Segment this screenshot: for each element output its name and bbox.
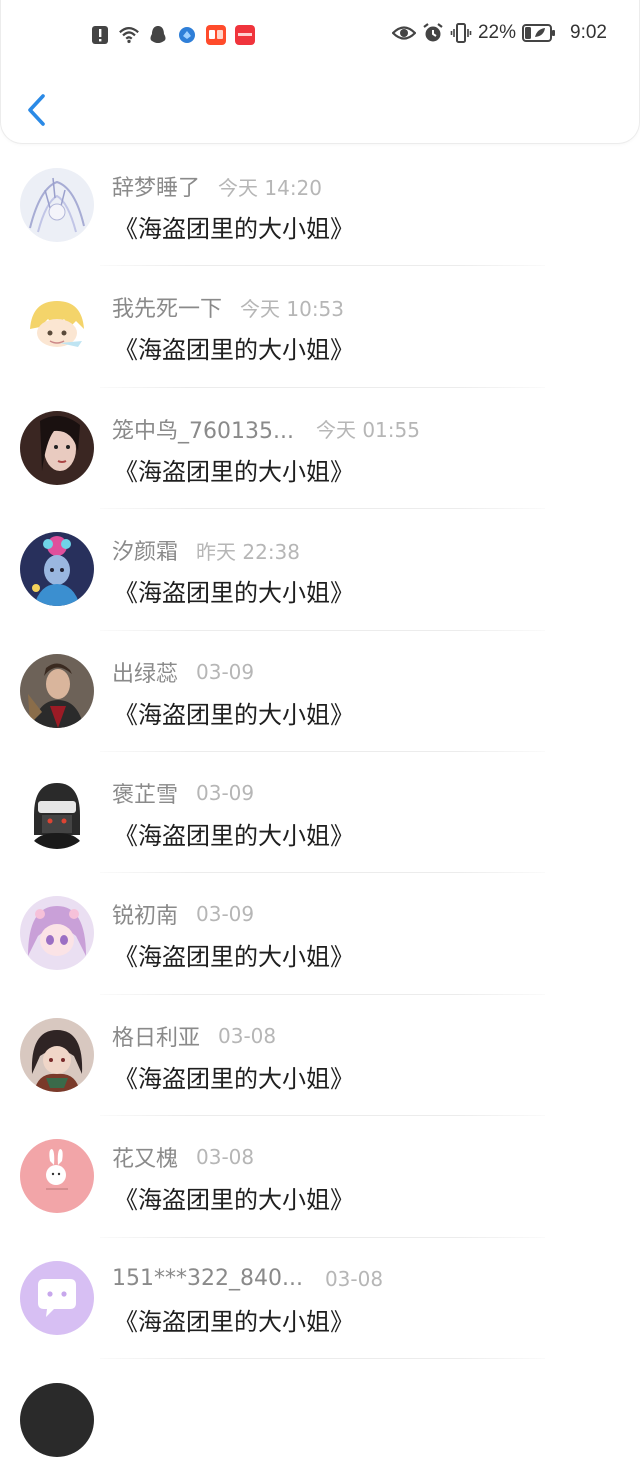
avatar[interactable] bbox=[20, 168, 94, 242]
list-item[interactable]: 笼中鸟_760135... 今天 01:55 《海盗团里的大小姐》 bbox=[0, 388, 640, 510]
avatar[interactable] bbox=[20, 653, 94, 728]
alarm-icon bbox=[423, 23, 443, 42]
notification-icons bbox=[89, 24, 256, 46]
book-title: 《海盗团里的大小姐》 bbox=[114, 457, 354, 486]
item-meta: 汐颜霜 昨天 22:38 bbox=[112, 535, 301, 566]
dark-anime-girl-avatar bbox=[20, 1017, 94, 1092]
timestamp: 03-08 bbox=[196, 1145, 255, 1170]
timestamp: 03-08 bbox=[218, 1023, 277, 1048]
avatar[interactable] bbox=[20, 896, 94, 971]
red-video-app-icon bbox=[206, 25, 226, 45]
book-title: 《海盗团里的大小姐》 bbox=[114, 700, 354, 729]
avatar[interactable] bbox=[20, 1383, 94, 1457]
book-title: 《海盗团里的大小姐》 bbox=[114, 821, 354, 850]
timestamp: 今天 01:55 bbox=[315, 418, 420, 443]
book-title: 《海盗团里的大小姐》 bbox=[114, 215, 354, 243]
item-meta: 褒芷雪 03-09 bbox=[112, 778, 254, 808]
item-meta: 锐初南 03-09 bbox=[112, 899, 254, 929]
user-name: 我先死一下 bbox=[112, 297, 223, 323]
battery-percent: 22% bbox=[477, 22, 517, 43]
battery-icon bbox=[522, 24, 556, 42]
book-title: 《海盗团里的大小姐》 bbox=[114, 1307, 354, 1336]
timestamp: 今天 14:20 bbox=[218, 175, 323, 200]
anime-sketch-avatar bbox=[20, 168, 94, 242]
helmet-mask-avatar bbox=[20, 774, 94, 849]
eye-icon bbox=[391, 26, 416, 40]
clock: 9:02 bbox=[570, 22, 607, 43]
dark-hair-girl-avatar bbox=[20, 410, 94, 485]
avatar[interactable] bbox=[20, 289, 94, 364]
user-name: 褒芷雪 bbox=[112, 782, 179, 808]
message-list: 辞梦睡了 今天 14:20 《海盗团里的大小姐》 我先死一下 今天 10:53 … bbox=[0, 145, 640, 1359]
pink-bunny-avatar bbox=[20, 1139, 94, 1214]
pink-anime-girl-avatar bbox=[20, 896, 94, 971]
book-title: 《海盗团里的大小姐》 bbox=[114, 336, 354, 365]
list-item[interactable]: 出绿蕊 03-09 《海盗团里的大小姐》 bbox=[0, 631, 640, 752]
avatar[interactable] bbox=[20, 774, 94, 849]
item-meta: 出绿蕊 03-09 bbox=[112, 657, 254, 687]
list-item[interactable]: 151***322_840... 03-08 《海盗团里的大小姐》 bbox=[0, 1238, 640, 1359]
user-name: 出绿蕊 bbox=[112, 661, 179, 687]
status-bar: 22% 9:02 bbox=[1, 22, 640, 54]
avatar[interactable] bbox=[20, 1017, 94, 1092]
system-status: 22% 9:02 bbox=[391, 22, 607, 44]
list-item[interactable]: 格日利亚 03-08 《海盗团里的大小姐》 bbox=[0, 995, 640, 1117]
item-meta: 151***322_840... 03-08 bbox=[112, 1264, 383, 1294]
list-item[interactable]: 我先死一下 今天 10:53 《海盗团里的大小姐》 bbox=[0, 266, 640, 388]
avatar[interactable] bbox=[20, 1139, 94, 1214]
item-meta: 格日利亚 03-08 bbox=[112, 1021, 276, 1051]
timestamp: 03-09 bbox=[196, 780, 255, 805]
list-item[interactable]: 花又槐 03-08 《海盗团里的大小姐》 bbox=[0, 1116, 640, 1238]
qq-penguin-icon bbox=[150, 26, 166, 43]
avatar[interactable] bbox=[20, 410, 94, 485]
user-name: 花又槐 bbox=[112, 1147, 179, 1173]
blue-app-icon bbox=[179, 27, 195, 43]
user-name: 151***322_840... bbox=[112, 1266, 303, 1292]
item-meta: 我先死一下 今天 10:53 bbox=[112, 292, 345, 323]
timestamp: 今天 10:53 bbox=[240, 296, 345, 321]
book-title: 《海盗团里的大小姐》 bbox=[114, 943, 354, 972]
list-item[interactable]: 汐颜霜 昨天 22:38 《海盗团里的大小姐》 bbox=[0, 509, 640, 631]
back-button[interactable] bbox=[19, 88, 55, 132]
user-name: 格日利亚 bbox=[112, 1025, 201, 1051]
blonde-chibi-avatar bbox=[20, 289, 94, 364]
chevron-left-icon bbox=[28, 94, 45, 126]
book-title: 《海盗团里的大小姐》 bbox=[114, 1064, 354, 1093]
timestamp: 03-09 bbox=[196, 659, 255, 684]
item-meta: 花又槐 03-08 bbox=[112, 1142, 254, 1172]
top-header: 22% 9:02 bbox=[0, 0, 640, 144]
blue-flower-girl-avatar bbox=[20, 532, 94, 607]
purple-chat-bubble-avatar bbox=[20, 1260, 94, 1335]
vibrate-icon bbox=[450, 23, 472, 43]
list-item[interactable]: 辞梦睡了 今天 14:20 《海盗团里的大小姐》 bbox=[0, 145, 640, 267]
man-red-shirt-avatar bbox=[20, 653, 94, 728]
list-item[interactable]: 锐初南 03-09 《海盗团里的大小姐》 bbox=[0, 873, 640, 995]
user-name: 辞梦睡了 bbox=[112, 176, 201, 201]
user-name: 锐初南 bbox=[112, 904, 179, 930]
user-name: 笼中鸟_760135... bbox=[112, 418, 294, 444]
divider bbox=[100, 1357, 545, 1359]
red-shop-app-icon bbox=[235, 25, 255, 45]
book-title: 《海盗团里的大小姐》 bbox=[114, 579, 354, 608]
timestamp: 03-08 bbox=[324, 1266, 384, 1291]
avatar[interactable] bbox=[20, 1260, 94, 1335]
timestamp: 03-09 bbox=[196, 902, 255, 927]
user-name: 汐颜霜 bbox=[112, 540, 179, 566]
item-meta: 笼中鸟_760135... 今天 01:55 bbox=[112, 414, 420, 444]
wifi-icon bbox=[119, 27, 139, 44]
alert-icon bbox=[92, 26, 108, 44]
item-meta: 辞梦睡了 今天 14:20 bbox=[112, 171, 323, 202]
timestamp: 昨天 22:38 bbox=[196, 539, 301, 564]
list-item[interactable]: 褒芷雪 03-09 《海盗团里的大小姐》 bbox=[0, 752, 640, 874]
avatar[interactable] bbox=[20, 532, 94, 607]
book-title: 《海盗团里的大小姐》 bbox=[114, 1186, 354, 1215]
